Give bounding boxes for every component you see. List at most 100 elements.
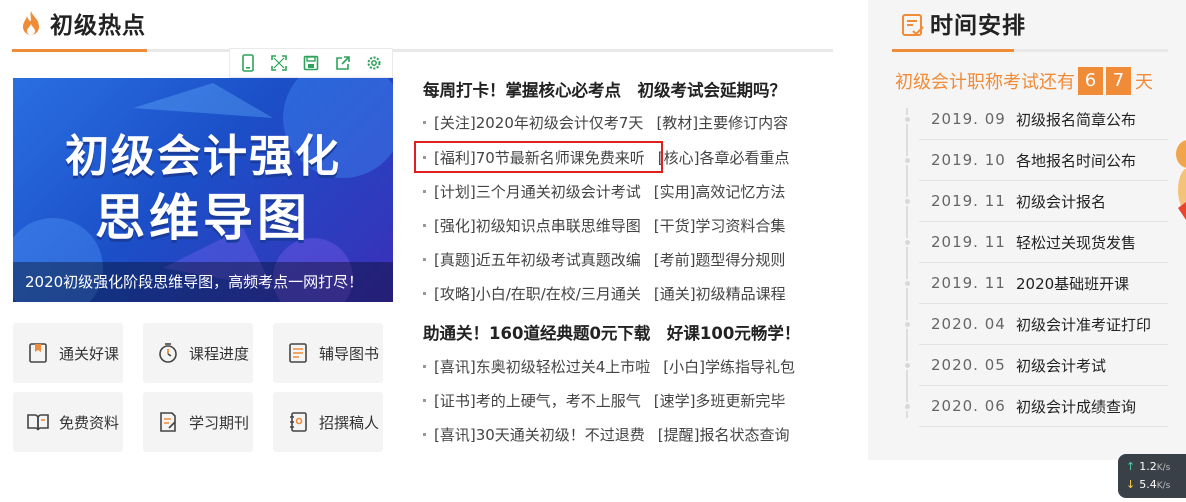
timeline-dot: [903, 320, 912, 329]
schedule-row: 2019. 11 初级会计报名: [903, 181, 1168, 222]
schedule-row: 2019. 11 轻松过关现货发售: [903, 222, 1168, 263]
schedule-date: 2019. 11: [931, 233, 1006, 251]
quick-link-label: 学习期刊: [189, 413, 250, 432]
list-item: [计划]三个月通关初级会计考试 [实用]高效记忆方法: [423, 180, 785, 202]
quick-link-books[interactable]: 辅导图书: [273, 323, 383, 383]
title-underline: [12, 49, 147, 52]
checklist-icon: [285, 340, 311, 366]
timeline-dot: [903, 361, 912, 370]
schedule-date: 2019. 09: [931, 110, 1006, 128]
countdown-label: 初级会计职称考试还有: [895, 72, 1075, 93]
quick-link-free-materials[interactable]: 免费资料: [13, 392, 123, 452]
schedule-event[interactable]: 初级会计成绩查询: [1016, 396, 1136, 417]
banner-image[interactable]: 初级会计强化 思维导图 2020初级强化阶段思维导图，高频考点一网打尽！: [13, 78, 393, 302]
fire-icon: [23, 11, 39, 35]
timeline-line: [906, 108, 908, 418]
schedule-event[interactable]: 各地报名时间公布: [1016, 150, 1136, 171]
news-link[interactable]: [核心]各章必看重点: [658, 147, 790, 168]
bullet-icon: [423, 398, 426, 402]
news-link[interactable]: [喜讯]东奥初级轻松过关4上市啦: [434, 356, 650, 377]
quick-link-label: 辅导图书: [319, 344, 380, 363]
countdown-unit: 天: [1135, 72, 1153, 93]
list-item: [喜讯]30天通关初级！不过退费 [提醒]报名状态查询: [423, 423, 790, 445]
schedule-date: 2019. 11: [931, 192, 1006, 210]
news-link[interactable]: [考前]题型得分规则: [654, 249, 786, 270]
bullet-icon: [423, 432, 426, 436]
schedule-row: 2019. 10 各地报名时间公布: [903, 140, 1168, 181]
settings-icon[interactable]: [363, 52, 385, 74]
quick-link-writers[interactable]: 招撰稿人: [273, 392, 383, 452]
schedule-event[interactable]: 初级报名简章公布: [1016, 109, 1136, 130]
mascot-image[interactable]: [1172, 130, 1186, 230]
arrow-down-icon: ↓: [1126, 478, 1136, 491]
schedule-event[interactable]: 轻松过关现货发售: [1016, 232, 1136, 253]
schedule-event[interactable]: 2020基础班开课: [1016, 273, 1129, 294]
list-item: [证书]考的上硬气，考不上服气 [速学]多班更新完毕: [423, 389, 785, 411]
quick-link-label: 免费资料: [59, 413, 120, 432]
exam-countdown: 初级会计职称考试还有 6 7 天: [895, 66, 1153, 96]
news-link[interactable]: [提醒]报名状态查询: [658, 424, 790, 445]
section-title: 时间安排: [930, 13, 1026, 39]
image-toolbar: [229, 48, 393, 78]
schedule-date: 2019. 10: [931, 151, 1006, 169]
quick-link-journal[interactable]: 学习期刊: [143, 392, 253, 452]
news-link[interactable]: [教材]主要修订内容: [656, 112, 788, 133]
timeline-dot: [903, 279, 912, 288]
hot-section-header: 初级热点: [12, 0, 833, 52]
schedule-date: 2020. 05: [931, 356, 1006, 374]
news-link[interactable]: [通关]初级精品课程: [654, 283, 786, 304]
document-edit-icon: [155, 409, 181, 435]
news-link[interactable]: [干货]学习资料合集: [654, 215, 786, 236]
network-speed-widget[interactable]: ↑ 1.2K/s ↓ 5.4K/s: [1118, 454, 1186, 498]
schedule-row: 2020. 04 初级会计准考证打印: [903, 304, 1168, 345]
timeline-dot: [903, 115, 912, 124]
schedule-row: 2020. 05 初级会计考试: [903, 345, 1168, 386]
news-link[interactable]: [实用]高效记忆方法: [654, 181, 786, 202]
schedule-event[interactable]: 初级会计报名: [1016, 191, 1106, 212]
schedule-date: 2020. 06: [931, 397, 1006, 415]
schedule-date: 2020. 04: [931, 315, 1006, 333]
countdown-digit: 7: [1106, 67, 1131, 95]
timer-icon: [155, 340, 181, 366]
news-link[interactable]: [证书]考的上硬气，考不上服气: [434, 390, 641, 411]
bullet-icon: [423, 291, 426, 295]
countdown-digit: 6: [1078, 67, 1103, 95]
news-link[interactable]: [喜讯]30天通关初级！不过退费: [434, 424, 645, 445]
list-item: [真题]近五年初级考试真题改编 [考前]题型得分规则: [423, 248, 785, 270]
bullet-icon: [423, 364, 426, 368]
schedule-event[interactable]: 初级会计准考证打印: [1016, 314, 1151, 335]
bookmark-icon: [25, 340, 51, 366]
news-link[interactable]: [小白]学练指导礼包: [663, 356, 795, 377]
download-speed: ↓ 5.4K/s: [1126, 478, 1171, 491]
fullscreen-icon[interactable]: [268, 52, 290, 74]
news-link[interactable]: [攻略]小白/在职/在校/三月通关: [434, 283, 641, 304]
news-link[interactable]: [关注]2020年初级会计仅考7天: [434, 112, 643, 133]
bullet-icon: [423, 223, 426, 227]
section-title: 初级热点: [50, 13, 146, 39]
news-link[interactable]: [计划]三个月通关初级会计考试: [434, 181, 641, 202]
highlight-box: [414, 141, 663, 173]
schedule-row: 2020. 06 初级会计成绩查询: [903, 386, 1168, 427]
timeline-dot: [903, 238, 912, 247]
list-item: [关注]2020年初级会计仅考7天 [教材]主要修订内容: [423, 111, 788, 133]
quick-link-progress[interactable]: 课程进度: [143, 323, 253, 383]
news-link[interactable]: [强化]初级知识点串联思维导图: [434, 215, 641, 236]
quick-link-courses[interactable]: 通关好课: [13, 323, 123, 383]
quick-link-label: 课程进度: [189, 344, 250, 363]
save-icon[interactable]: [300, 52, 322, 74]
schedule-row: 2019. 09 初级报名简章公布: [903, 99, 1168, 140]
schedule-event[interactable]: 初级会计考试: [1016, 355, 1106, 376]
list-item: [喜讯]东奥初级轻松过关4上市啦 [小白]学练指导礼包: [423, 355, 795, 377]
share-icon[interactable]: [332, 52, 354, 74]
news-headline-1[interactable]: 每周打卡！掌握核心必考点 初级考试会延期吗？: [423, 77, 786, 101]
news-link[interactable]: [速学]多班更新完毕: [654, 390, 786, 411]
timeline-dot: [903, 402, 912, 411]
bullet-icon: [423, 189, 426, 193]
banner-caption[interactable]: 2020初级强化阶段思维导图，高频考点一网打尽！: [13, 262, 393, 302]
open-book-icon: [25, 409, 51, 435]
news-headline-2[interactable]: 助通关！160道经典题0元下载 好课100元畅学！: [423, 320, 800, 344]
quick-link-label: 招撰稿人: [319, 413, 380, 432]
list-item: [强化]初级知识点串联思维导图 [干货]学习资料合集: [423, 214, 785, 236]
tablet-icon[interactable]: [237, 52, 259, 74]
news-link[interactable]: [真题]近五年初级考试真题改编: [434, 249, 641, 270]
